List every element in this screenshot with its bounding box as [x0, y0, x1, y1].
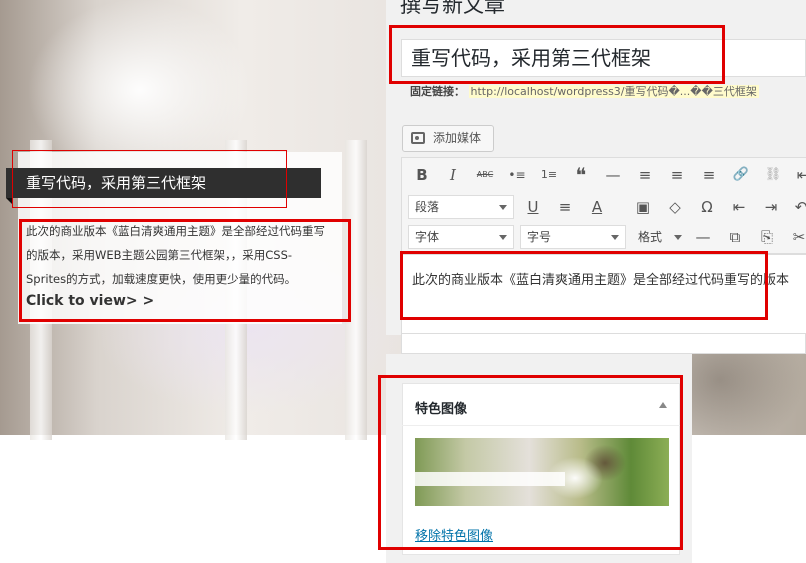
align-center-button[interactable]: ≡	[666, 164, 688, 186]
paste-button[interactable]: ⎘	[756, 226, 778, 248]
format-menu-label: 格式	[638, 230, 663, 244]
chevron-down-icon	[499, 205, 507, 210]
paste-text-button[interactable]: ▣	[632, 196, 654, 218]
cut-button[interactable]: ✂	[788, 226, 806, 248]
blockquote-button[interactable]: ❝	[570, 164, 592, 186]
justify-button[interactable]: ≡	[554, 196, 576, 218]
font-family-value: 字体	[415, 230, 440, 244]
italic-button[interactable]: I	[442, 164, 464, 186]
toolbar-toggle-icon[interactable]: ⇤	[792, 164, 806, 186]
paragraph-format-select[interactable]: 段落	[408, 195, 514, 219]
permalink-row: 固定链接： http://localhost/wordpress3/重写代码�.…	[410, 83, 759, 99]
permalink-label: 固定链接：	[410, 85, 465, 98]
annotation-box-post-title	[389, 25, 725, 84]
align-right-button[interactable]: ≡	[698, 164, 720, 186]
text-color-button[interactable]: A	[586, 196, 608, 218]
font-family-select[interactable]: 字体	[408, 225, 514, 249]
paragraph-format-value: 段落	[415, 200, 440, 214]
numbered-list-button[interactable]: 1≡	[538, 164, 560, 186]
align-left-button[interactable]: ≡	[634, 164, 656, 186]
indent-button[interactable]: ⇥	[760, 196, 782, 218]
horizontal-line-button[interactable]: —	[692, 226, 714, 248]
strikethrough-button[interactable]: ABC	[474, 164, 496, 186]
bold-button[interactable]: B	[411, 164, 433, 186]
chevron-down-icon	[674, 235, 682, 240]
copy-button[interactable]: ⧉	[724, 226, 746, 248]
link-icon[interactable]: 🔗	[730, 164, 752, 186]
permalink-url[interactable]: http://localhost/wordpress3/重写代码�...��三代…	[468, 85, 759, 98]
undo-button[interactable]: ↶	[790, 196, 806, 218]
chevron-down-icon	[499, 235, 507, 240]
font-size-select[interactable]: 字号	[520, 225, 626, 249]
annotation-box-preview-title	[12, 150, 287, 208]
add-media-label: 添加媒体	[433, 131, 482, 145]
editor-toolbar: B I ABC •≡ 1≡ ❝ — ≡ ≡ ≡ 🔗 ⛓ ⇤ 段落 U ≡ A ▣…	[401, 157, 806, 254]
clear-formatting-button[interactable]: ◇	[664, 196, 686, 218]
page-title: 撰写新文章	[400, 0, 505, 17]
add-media-button[interactable]: 添加媒体	[402, 125, 494, 152]
editor-footer	[401, 334, 806, 354]
annotation-box-editor-content	[400, 251, 768, 320]
annotation-box-preview-excerpt	[19, 219, 351, 322]
chevron-down-icon	[611, 235, 619, 240]
bullet-list-button[interactable]: •≡	[506, 164, 528, 186]
outdent-button[interactable]: ⇤	[728, 196, 750, 218]
font-size-value: 字号	[527, 230, 552, 244]
underline-button[interactable]: U	[522, 196, 544, 218]
horizontal-rule-button[interactable]: —	[602, 164, 624, 186]
special-character-button[interactable]: Ω	[696, 196, 718, 218]
media-icon	[411, 132, 425, 144]
unlink-icon[interactable]: ⛓	[762, 164, 784, 186]
format-menu[interactable]: 格式	[638, 226, 688, 248]
annotation-box-featured-image	[378, 375, 683, 550]
